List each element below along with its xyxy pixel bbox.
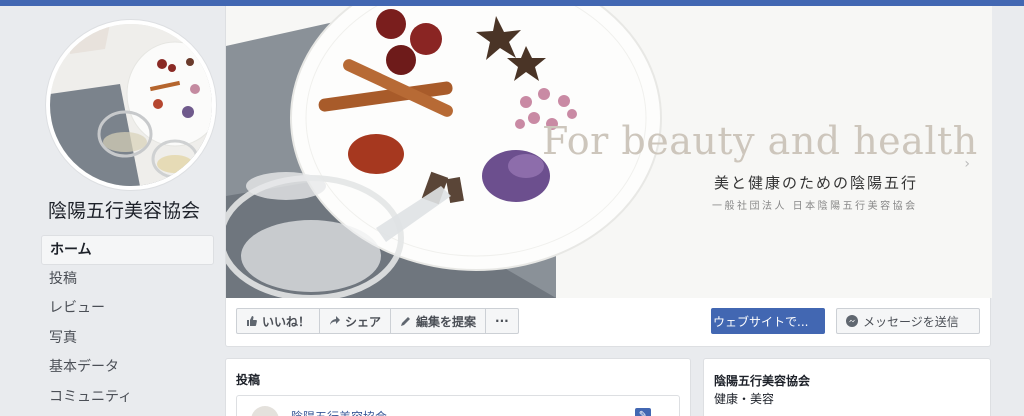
send-message-button[interactable]: メッセージを送信 (836, 308, 980, 334)
more-dots-icon: ··· (495, 314, 509, 328)
thumbs-up-icon (247, 316, 257, 326)
profile-photo (50, 24, 212, 186)
nav-item-posts[interactable]: 投稿 (41, 265, 214, 295)
more-button[interactable]: ··· (486, 309, 518, 333)
messenger-icon (846, 315, 858, 327)
cover-english-text: For beauty and health (542, 119, 978, 163)
share-label: シェア (345, 314, 382, 329)
action-bar: いいね！ シェア 編集を提案 ··· (236, 308, 519, 334)
cover-card: For beauty and health 美と健康のための陰陽五行 一般社団法… (225, 6, 992, 347)
share-icon (330, 316, 341, 325)
nav-item-photos[interactable]: 写真 (41, 324, 214, 354)
cover-japanese-text: 美と健康のための陰陽五行 (714, 174, 919, 192)
send-message-label: メッセージを送信 (863, 314, 959, 329)
like-label: いいね！ (262, 314, 311, 329)
nav-item-reviews[interactable]: レビュー (41, 294, 214, 324)
posts-heading: 投稿 (236, 373, 261, 387)
pencil-icon (401, 317, 411, 326)
nav-item-about[interactable]: 基本データ (41, 353, 214, 383)
cover-subtitle: 一般社団法人 日本陰陽五行美容協会 (712, 201, 918, 212)
share-button[interactable]: シェア (320, 309, 392, 333)
about-card: 陰陽五行美容協会 健康・美容 (703, 358, 991, 416)
suggest-edit-button[interactable]: 編集を提案 (391, 309, 487, 333)
post-composer[interactable]: 陰陽五行美容協会 ✎ (236, 395, 680, 416)
posts-card: 投稿 陰陽五行美容協会 ✎ (225, 358, 691, 416)
about-page-name: 陰陽五行美容協会 (714, 374, 811, 388)
page-title: 陰陽五行美容協会 (48, 200, 201, 222)
avatar (251, 406, 279, 416)
about-category: 健康・美容 (714, 392, 775, 406)
website-button[interactable]: ウェブサイトで... (711, 308, 825, 334)
nav-item-community[interactable]: コミュニティ (41, 383, 214, 413)
suggest-edit-label: 編集を提案 (416, 314, 477, 329)
like-button[interactable]: いいね！ (237, 309, 321, 333)
nav-item-home[interactable]: ホーム (41, 235, 214, 265)
profile-illustration (50, 24, 212, 186)
profile-picture[interactable] (46, 20, 216, 190)
edit-icon[interactable]: ✎ (635, 408, 651, 416)
page-nav: ホーム 投稿 レビュー 写真 基本データ コミュニティ (41, 235, 214, 413)
chevron-right-icon: › (964, 156, 970, 172)
composer-page-name[interactable]: 陰陽五行美容協会 (291, 408, 387, 416)
cover-photo[interactable]: For beauty and health 美と健康のための陰陽五行 一般社団法… (226, 6, 992, 298)
